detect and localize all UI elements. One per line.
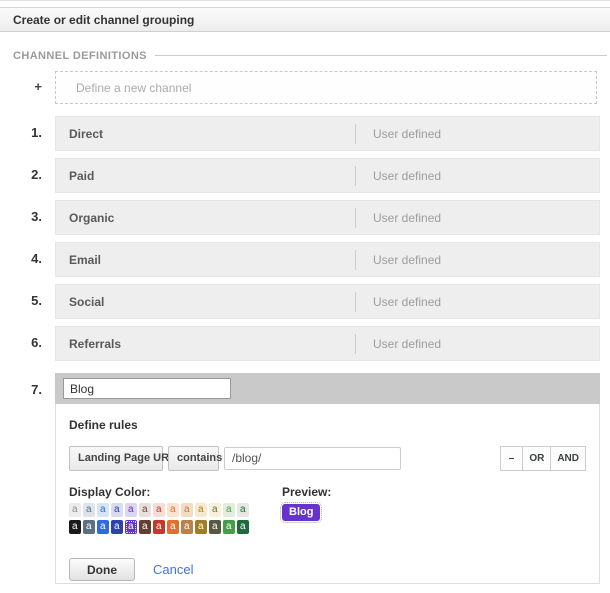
color-swatch[interactable]: a: [209, 520, 221, 534]
channel-list: 1. Direct User defined 2. Paid User defi…: [0, 116, 610, 361]
color-swatch[interactable]: a: [111, 520, 123, 534]
display-color-label: Display Color:: [69, 485, 269, 500]
channel-number: 7.: [0, 373, 42, 584]
swatch-row-light: aaaaaaaaaaaaa: [69, 503, 269, 517]
plus-icon: +: [0, 71, 42, 104]
color-swatch[interactable]: a: [139, 503, 151, 517]
channel-row-organic[interactable]: Organic User defined: [55, 200, 600, 235]
preview-block: Preview: Blog: [282, 485, 331, 534]
done-button[interactable]: Done: [69, 558, 135, 581]
channel-row-wrap: 5. Social User defined: [0, 284, 600, 319]
color-swatch[interactable]: a: [181, 520, 193, 534]
channel-row-wrap: 4. Email User defined: [0, 242, 600, 277]
color-swatch[interactable]: a: [83, 520, 95, 534]
dimension-dropdown-value: Landing Page URL: [78, 452, 176, 464]
channel-editor: 7. Define rules Landing Page URL ▾ conta…: [0, 373, 600, 584]
channel-name: Direct: [56, 127, 355, 141]
channel-name: Paid: [56, 169, 355, 183]
dialog-header: Create or edit channel grouping: [0, 7, 610, 32]
preview-label: Preview:: [282, 485, 331, 500]
channel-row-wrap: 1. Direct User defined: [0, 116, 600, 151]
operator-dropdown[interactable]: contains ▾: [168, 446, 219, 471]
action-row: Done Cancel: [69, 558, 586, 581]
channel-number: 5.: [0, 284, 42, 319]
channel-row-wrap: 2. Paid User defined: [0, 158, 600, 193]
channel-row-wrap: 3. Organic User defined: [0, 200, 600, 235]
define-new-channel-label: Define a new channel: [76, 81, 191, 95]
channel-row-wrap: 6. Referrals User defined: [0, 326, 600, 361]
define-rules-heading: Define rules: [69, 418, 586, 433]
color-swatch[interactable]: a: [97, 520, 109, 534]
color-swatch[interactable]: a: [195, 503, 207, 517]
channel-number: 4.: [0, 242, 42, 277]
color-swatch[interactable]: a: [125, 503, 137, 517]
and-button[interactable]: AND: [550, 446, 586, 471]
color-swatch[interactable]: a: [209, 503, 221, 517]
channel-type: User defined: [356, 169, 441, 183]
channel-row-social[interactable]: Social User defined: [55, 284, 600, 319]
color-preview-row: Display Color: aaaaaaaaaaaaa aaaaaaaaaaa…: [69, 485, 586, 534]
color-swatch[interactable]: a: [153, 520, 165, 534]
channel-name: Social: [56, 295, 355, 309]
color-swatch[interactable]: a: [181, 503, 193, 517]
color-swatch[interactable]: a: [237, 503, 249, 517]
color-swatch[interactable]: a: [153, 503, 165, 517]
channel-number: 1.: [0, 116, 42, 151]
editor-header-bar: [55, 373, 600, 404]
color-swatch[interactable]: a: [69, 503, 81, 517]
color-swatch[interactable]: a: [125, 520, 137, 534]
color-swatch[interactable]: a: [223, 503, 235, 517]
section-header: CHANNEL DEFINITIONS: [13, 49, 607, 62]
channel-name: Referrals: [56, 337, 355, 351]
color-swatch[interactable]: a: [167, 503, 179, 517]
swatch-row-dark: aaaaaaaaaaaaa: [69, 520, 269, 534]
section-label: CHANNEL DEFINITIONS: [13, 50, 147, 62]
editor-panel: Define rules Landing Page URL ▾ contains…: [55, 404, 600, 584]
channel-type: User defined: [356, 337, 441, 351]
color-swatch[interactable]: a: [97, 503, 109, 517]
channel-row-paid[interactable]: Paid User defined: [55, 158, 600, 193]
channel-row-direct[interactable]: Direct User defined: [55, 116, 600, 151]
remove-rule-button[interactable]: –: [500, 446, 524, 471]
operator-dropdown-value: contains: [177, 452, 222, 464]
define-new-channel-button[interactable]: Define a new channel: [55, 71, 597, 104]
color-swatch[interactable]: a: [69, 520, 81, 534]
rule-button-group: – OR AND: [500, 446, 586, 471]
or-button[interactable]: OR: [522, 446, 551, 471]
new-channel-row: + Define a new channel: [0, 71, 597, 104]
dialog-title: Create or edit channel grouping: [13, 13, 194, 27]
channel-number: 6.: [0, 326, 42, 361]
channel-number: 2.: [0, 158, 42, 193]
channel-row-email[interactable]: Email User defined: [55, 242, 600, 277]
color-swatch[interactable]: a: [111, 503, 123, 517]
rule-row: Landing Page URL ▾ contains ▾ – OR AND: [69, 445, 586, 471]
dimension-dropdown[interactable]: Landing Page URL ▾: [69, 446, 163, 471]
color-swatch[interactable]: a: [195, 520, 207, 534]
display-color-block: Display Color: aaaaaaaaaaaaa aaaaaaaaaaa…: [69, 485, 269, 534]
color-swatch[interactable]: a: [139, 520, 151, 534]
channel-name: Email: [56, 253, 355, 267]
color-swatch[interactable]: a: [237, 520, 249, 534]
section-divider-line: [155, 55, 607, 56]
cancel-link[interactable]: Cancel: [153, 562, 193, 577]
channel-row-referrals[interactable]: Referrals User defined: [55, 326, 600, 361]
color-swatch[interactable]: a: [167, 520, 179, 534]
top-divider: [0, 0, 610, 1]
channel-number: 3.: [0, 200, 42, 235]
channel-name-input[interactable]: [63, 378, 231, 399]
channel-type: User defined: [356, 295, 441, 309]
rule-value-input[interactable]: [224, 447, 401, 470]
channel-type: User defined: [356, 211, 441, 225]
preview-badge: Blog: [282, 504, 320, 521]
color-swatch[interactable]: a: [223, 520, 235, 534]
channel-type: User defined: [356, 253, 441, 267]
color-swatch[interactable]: a: [83, 503, 95, 517]
channel-type: User defined: [356, 127, 441, 141]
channel-name: Organic: [56, 211, 355, 225]
